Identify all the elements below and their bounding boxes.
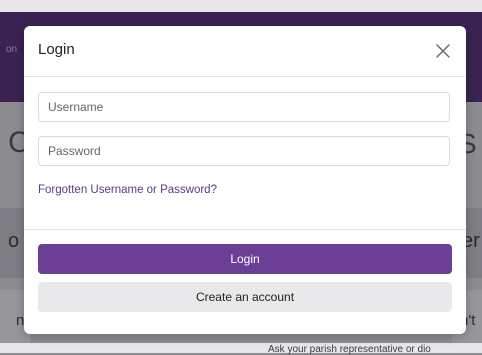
forgot-credentials-link[interactable]: Forgotten Username or Password? [38, 184, 217, 196]
backdrop-footer-text: Ask your parish representative or dio [268, 344, 431, 355]
modal-title: Login [38, 41, 75, 58]
backdrop-nav-text: on [6, 44, 18, 55]
login-button[interactable]: Login [38, 244, 452, 274]
modal-divider [24, 229, 466, 230]
backdrop-subheading-left: o [8, 230, 20, 252]
page-frame-top [0, 0, 482, 12]
create-account-button[interactable]: Create an account [38, 282, 452, 312]
password-input[interactable] [38, 136, 450, 166]
username-input[interactable] [38, 92, 450, 122]
close-icon [436, 44, 450, 58]
login-modal: Login Forgotten Username or Password? Lo… [24, 26, 466, 334]
modal-header: Login [24, 26, 466, 77]
close-button[interactable] [430, 38, 456, 64]
